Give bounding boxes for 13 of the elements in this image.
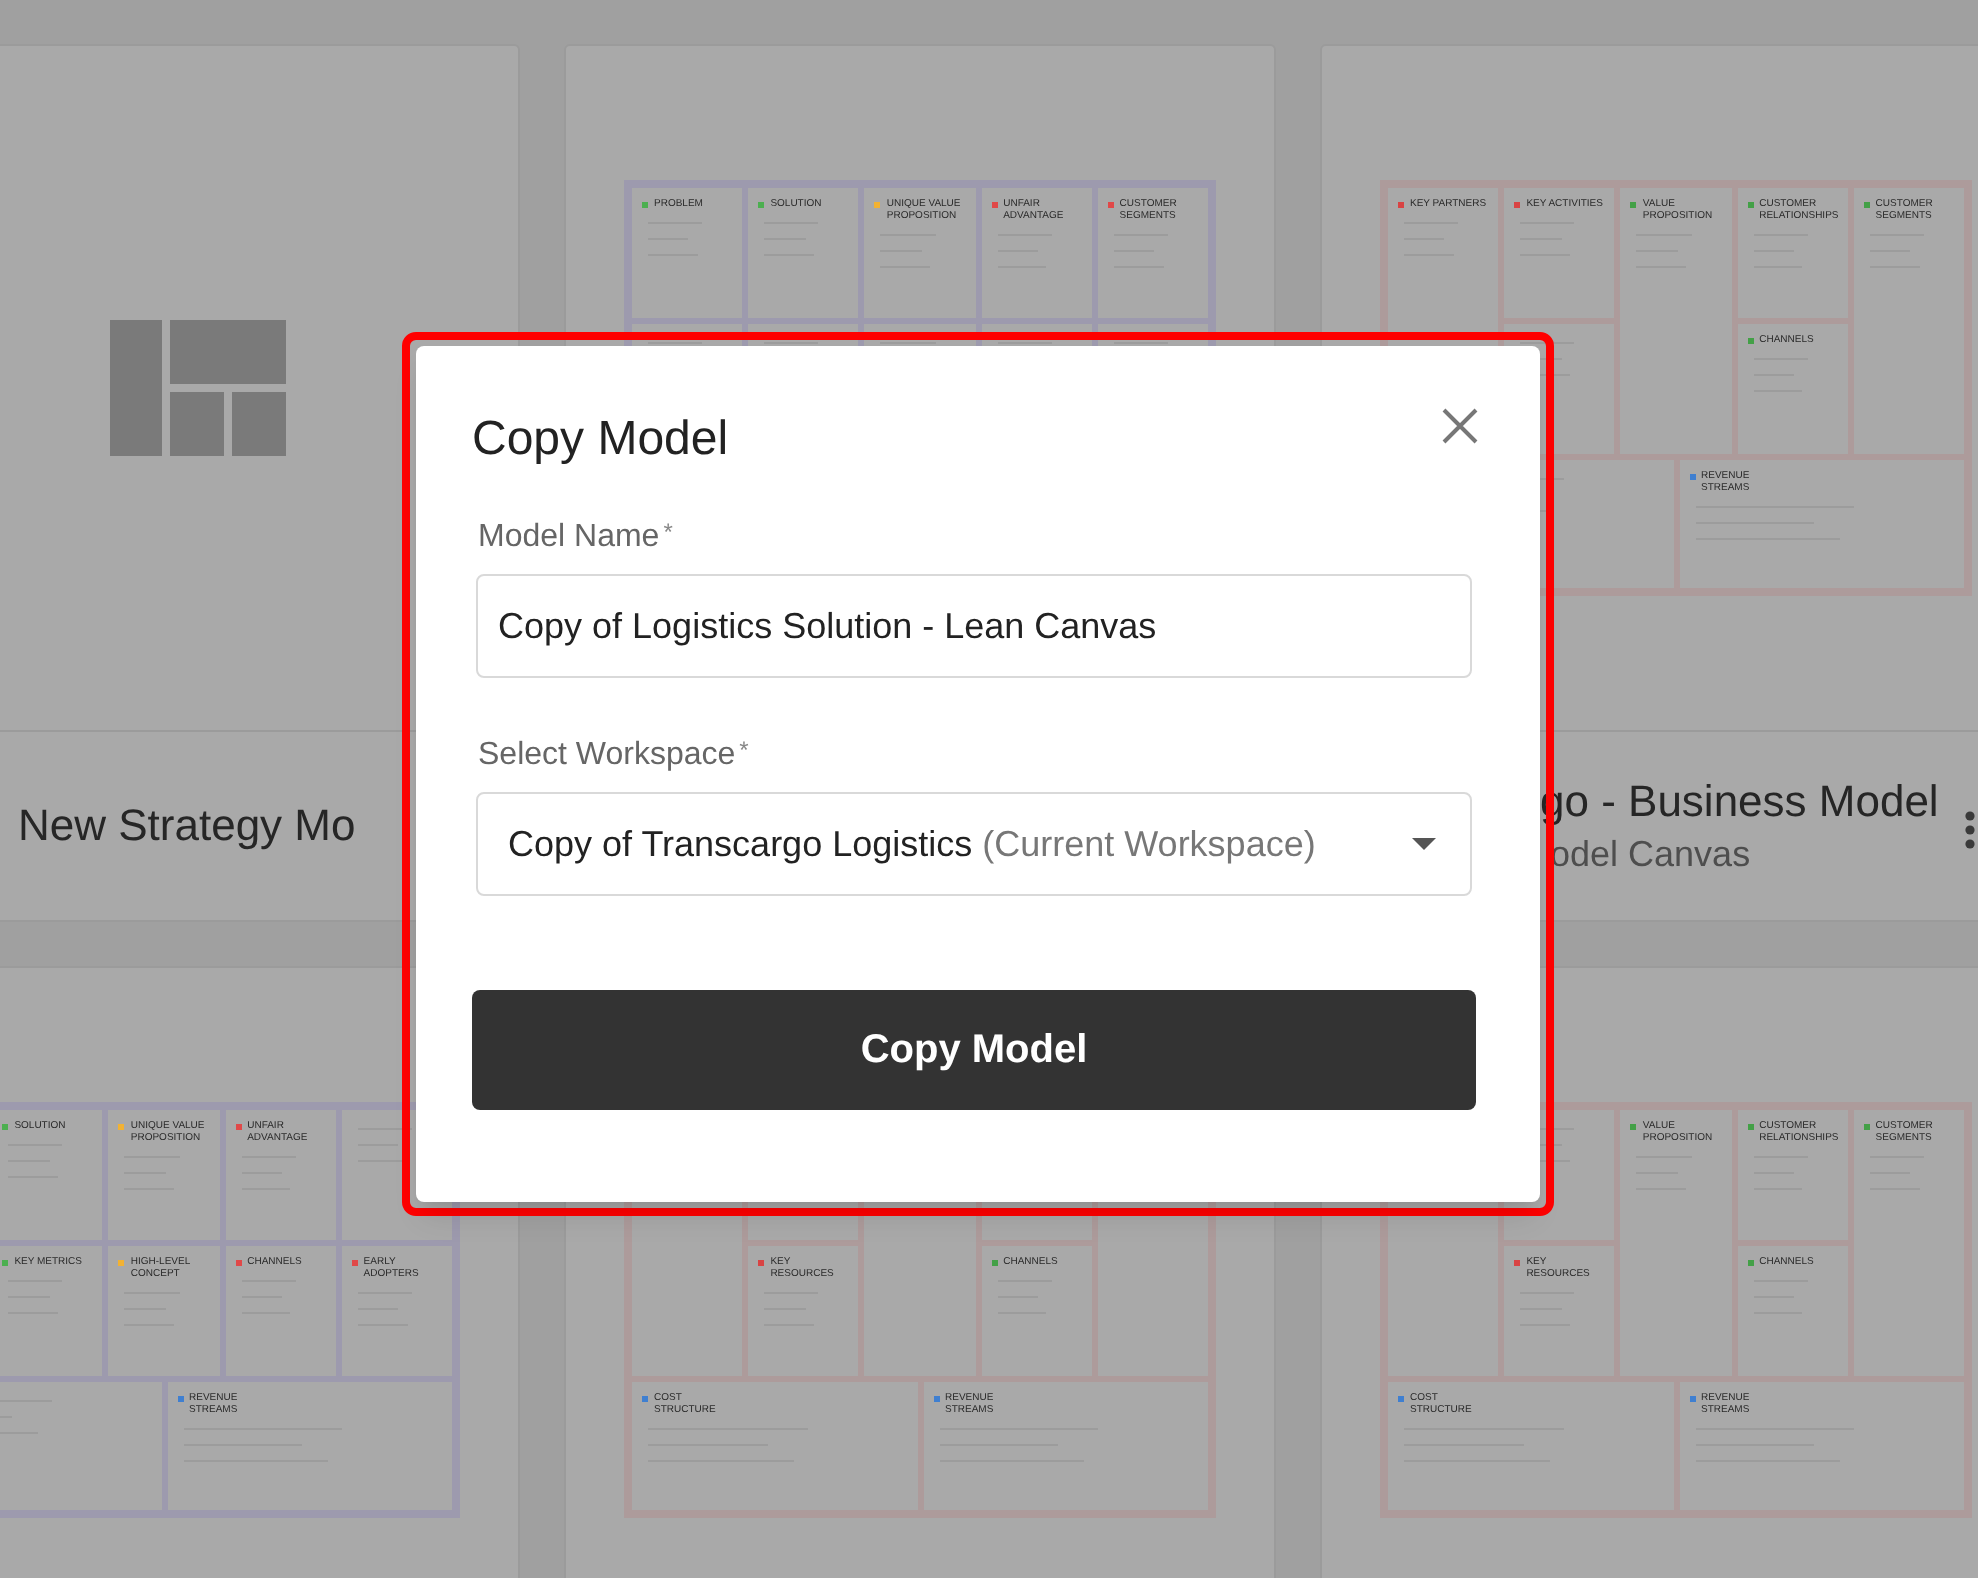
caret-icon [1412,838,1436,850]
more-options-icon[interactable] [1964,810,1976,850]
card-subtitle: odel Canvas [1550,832,1751,878]
select-note: (Current Workspace) [982,821,1316,868]
required-asterisk: * [663,518,673,546]
required-asterisk: * [739,736,749,764]
workspace-select[interactable]: Copy of Transcargo Logistics (Current Workspace) [476,792,1472,896]
close-icon [1442,408,1478,444]
layout-icon [110,320,286,456]
input-field[interactable]: Copy of Logistics Solution - Lean Canvas [476,574,1472,678]
card-title: New Strategy Mo [18,798,356,854]
copy-model-button[interactable]: Copy Model [472,990,1476,1110]
close-button[interactable] [1440,406,1480,446]
